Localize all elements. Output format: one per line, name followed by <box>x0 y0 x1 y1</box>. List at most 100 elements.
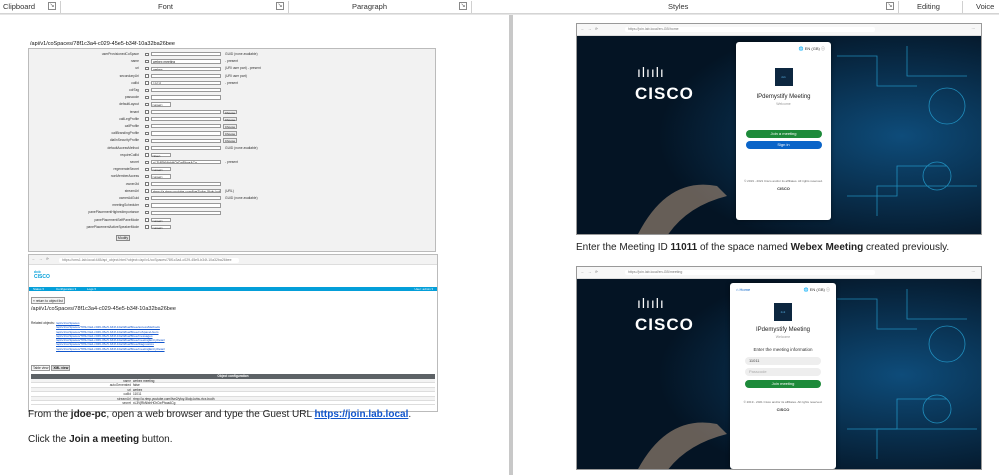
ribbon-group-styles[interactable]: Styles <box>668 2 688 11</box>
field-input[interactable] <box>151 203 221 208</box>
address-bar[interactable]: https://cms1.lab.local:445/api_object.ht… <box>59 257 239 263</box>
choose-button[interactable]: Choose <box>223 138 237 143</box>
field-checkbox[interactable] <box>145 146 149 150</box>
back-icon[interactable]: ← <box>581 270 585 274</box>
field-input[interactable] <box>151 138 221 143</box>
sign-in-button[interactable]: Sign in <box>745 141 822 149</box>
home-link[interactable]: ⌂ Home <box>736 287 750 292</box>
reload-icon[interactable]: ⟳ <box>595 27 598 31</box>
field-input[interactable] <box>151 88 221 93</box>
ribbon-group-clipboard[interactable]: Clipboard <box>3 2 35 11</box>
field-input[interactable] <box>151 116 221 122</box>
extensions-icon[interactable]: ⋯ <box>972 27 976 31</box>
field-input[interactable] <box>151 109 221 114</box>
field-select[interactable]: <unset> <box>151 167 171 172</box>
field-input[interactable] <box>151 73 221 78</box>
back-icon[interactable]: ← <box>32 257 36 261</box>
choose-button[interactable]: Choose <box>223 109 237 115</box>
field-input[interactable] <box>151 196 221 201</box>
join-a-meeting-button[interactable]: Join a meeting <box>745 130 822 138</box>
field-input[interactable] <box>151 181 221 186</box>
field-input[interactable]: xL3VjRkNlxhHOrCwPhoaACg <box>151 160 221 165</box>
field-checkbox[interactable] <box>145 81 149 85</box>
field-checkbox[interactable] <box>145 174 149 179</box>
choose-button[interactable]: Choose <box>223 116 237 122</box>
nav-status[interactable]: Status ▾ <box>33 287 44 291</box>
field-checkbox[interactable] <box>145 153 149 157</box>
reload-icon[interactable]: ⟳ <box>595 270 598 274</box>
choose-button[interactable]: Choose <box>223 131 237 136</box>
field-checkbox[interactable] <box>145 102 149 107</box>
field-select[interactable]: <unset> <box>151 217 171 223</box>
field-input[interactable] <box>151 210 221 215</box>
field-input[interactable]: webex meeting <box>151 59 221 64</box>
nav-configuration[interactable]: Configuration ▾ <box>56 287 76 291</box>
field-checkbox[interactable] <box>145 88 149 92</box>
field-select[interactable]: <unset> <box>151 102 171 107</box>
field-checkbox[interactable] <box>145 52 149 56</box>
forward-icon[interactable]: → <box>588 27 592 31</box>
field-select[interactable]: <unset> <box>151 174 171 179</box>
field-checkbox[interactable] <box>145 182 149 186</box>
field-checkbox[interactable] <box>145 95 149 100</box>
field-checkbox[interactable] <box>145 59 149 64</box>
extensions-icon[interactable]: ⋯ <box>972 270 976 274</box>
forward-icon[interactable]: → <box>39 257 43 261</box>
paragraph-launcher-icon[interactable]: ↘ <box>459 2 467 10</box>
field-input[interactable] <box>151 124 221 129</box>
document-page-right[interactable]: ← → ⟳ https://join.lab.local/en-GB/home … <box>513 15 999 475</box>
choose-button[interactable]: Choose <box>223 124 237 129</box>
field-checkbox[interactable] <box>145 74 149 78</box>
nav-logs[interactable]: Logs ▾ <box>87 287 96 291</box>
passcode-field[interactable]: Passcode <box>745 368 821 376</box>
ribbon-group-paragraph[interactable]: Paragraph <box>352 2 387 11</box>
field-checkbox[interactable] <box>145 110 149 114</box>
field-checkbox[interactable] <box>145 189 149 193</box>
field-select[interactable]: <true> <box>151 152 171 158</box>
field-checkbox[interactable] <box>145 218 149 222</box>
tab-table-view[interactable]: Table view <box>31 365 51 371</box>
related-link[interactable]: /api/v1/coSpaces/78f1c3a4-c029-45e5-b34f… <box>56 325 165 329</box>
field-input[interactable]: rtmp://a.rtmp.youtube.com/live2/yfoy-5kd… <box>151 188 221 194</box>
join-meeting-button[interactable]: Join meeting <box>745 380 821 388</box>
ribbon-group-font[interactable]: Font <box>158 2 173 11</box>
field-checkbox[interactable] <box>145 225 149 229</box>
field-checkbox[interactable] <box>145 66 149 71</box>
font-launcher-icon[interactable]: ↘ <box>276 2 284 10</box>
lang-selector[interactable]: 🌐 EN (GB) ⓘ <box>804 287 830 293</box>
field-checkbox[interactable] <box>145 131 149 136</box>
field-input[interactable]: 11011 <box>151 80 221 86</box>
field-checkbox[interactable] <box>145 203 149 208</box>
address-bar[interactable]: https://join.lab.local/en-GB/home <box>625 27 875 32</box>
field-input[interactable] <box>151 95 221 100</box>
document-page-left[interactable]: /api/v1/coSpaces/78f1c3a4-c029-45e5-b34f… <box>0 15 509 475</box>
field-input[interactable] <box>151 145 221 150</box>
field-input[interactable] <box>151 52 221 57</box>
field-checkbox[interactable] <box>145 196 149 200</box>
field-checkbox[interactable] <box>145 210 149 215</box>
guest-url-link[interactable]: https://join.lab.local <box>314 409 408 420</box>
modify-button[interactable]: Modify <box>116 235 130 241</box>
styles-launcher-icon[interactable]: ↘ <box>886 2 894 10</box>
back-icon[interactable]: ← <box>581 27 585 31</box>
reload-icon[interactable]: ⟳ <box>46 257 49 261</box>
field-input[interactable] <box>151 131 221 136</box>
return-to-list-button[interactable]: « return to object list <box>31 297 65 304</box>
field-checkbox[interactable] <box>145 117 149 121</box>
meeting-id-field[interactable]: 11011 <box>745 357 821 365</box>
related-link[interactable]: /api/v1/coSpaces/78f1c3a4-c029-45e5-b34f… <box>56 347 165 351</box>
field-checkbox[interactable] <box>145 160 149 164</box>
field-input[interactable]: webex <box>151 66 221 71</box>
tab-xml-view[interactable]: XML view <box>51 365 71 371</box>
field-select[interactable]: <unset> <box>151 224 171 230</box>
nav-user[interactable]: User: admin ▾ <box>414 287 433 291</box>
ribbon-group-editing[interactable]: Editing <box>917 2 940 11</box>
field-checkbox[interactable] <box>145 167 149 172</box>
forward-icon[interactable]: → <box>588 270 592 274</box>
ribbon-group-voice[interactable]: Voice <box>976 2 994 11</box>
field-checkbox[interactable] <box>145 138 149 143</box>
field-checkbox[interactable] <box>145 124 149 128</box>
lang-selector[interactable]: 🌐 EN (GB) ⓘ <box>736 42 831 58</box>
clipboard-launcher-icon[interactable]: ↘ <box>48 2 56 10</box>
address-bar[interactable]: https://join.lab.local/en-GB/meeting <box>625 270 875 275</box>
